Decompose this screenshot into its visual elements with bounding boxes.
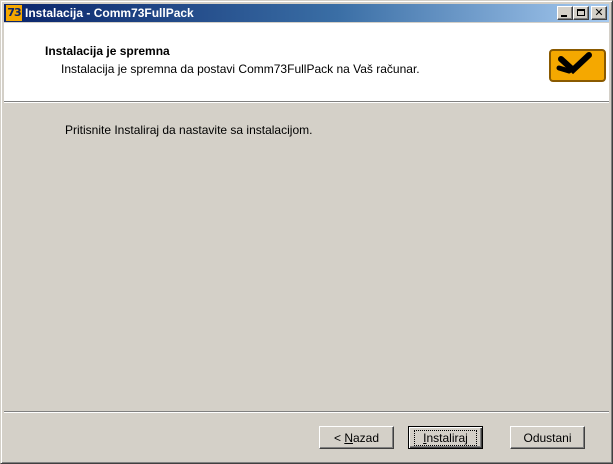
maximize-icon [577,9,585,16]
install-focus-rect: Instaliraj [414,429,477,446]
title-bar[interactable]: 73 Instalacija - Comm73FullPack ✕ [4,4,609,22]
wizard-header: Instalacija je spremna Instalacija je sp… [4,23,609,101]
close-icon: ✕ [594,6,604,19]
back-button-label: azad [352,430,380,445]
installer-window: 73 Instalacija - Comm73FullPack ✕ Instal… [0,0,613,464]
installer-wizard-icon [549,49,606,82]
footer-divider-highlight [4,412,609,413]
window-title: Instalacija - Comm73FullPack [25,6,194,20]
wizard-glyph-icon [556,52,592,75]
back-button[interactable]: < Nazad [319,426,394,449]
maximize-button[interactable] [573,6,589,20]
close-button[interactable]: ✕ [591,6,607,20]
back-button-mnemonic: N [344,430,353,445]
page-subtitle: Instalacija je spremna da postavi Comm73… [61,62,420,76]
install-button[interactable]: Instaliraj [408,426,483,449]
instruction-text: Pritisnite Instaliraj da nastavite sa in… [65,123,313,137]
install-button-label: nstaliraj [426,430,468,445]
cancel-button[interactable]: Odustani [510,426,585,449]
page-title: Instalacija je spremna [45,44,170,58]
minimize-button[interactable] [557,6,573,20]
back-button-prefix: < [333,430,345,445]
minimize-icon [561,15,567,17]
app-73-icon: 73 [6,5,22,21]
header-divider-highlight [4,102,609,103]
